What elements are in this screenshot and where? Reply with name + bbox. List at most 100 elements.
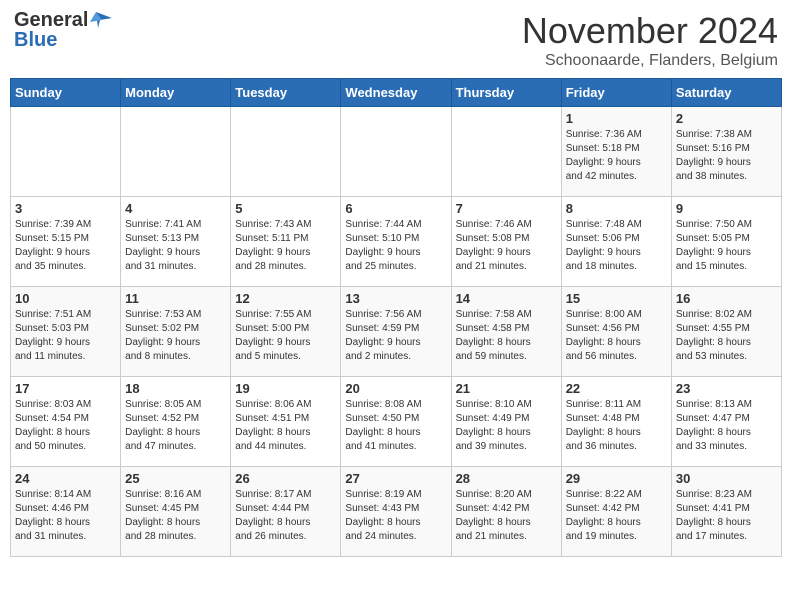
- calendar-day-cell: 12 Sunrise: 7:55 AM Sunset: 5:00 PM Dayli…: [231, 287, 341, 377]
- calendar-day-cell: 15 Sunrise: 8:00 AM Sunset: 4:56 PM Dayli…: [561, 287, 671, 377]
- calendar-day-cell: [231, 107, 341, 197]
- logo-blue-text: Blue: [14, 30, 57, 50]
- day-number: 5: [235, 201, 336, 216]
- calendar-day-cell: [11, 107, 121, 197]
- day-of-week-header: Friday: [561, 79, 671, 107]
- day-number: 13: [345, 291, 446, 306]
- calendar-day-cell: 25Sunrise: 8:16 AM Sunset: 4:45 PM Dayli…: [121, 467, 231, 557]
- logo-general-text: General: [14, 10, 88, 30]
- day-info: Sunrise: 7:36 AM Sunset: 5:18 PM Dayligh…: [566, 128, 667, 184]
- calendar-header-row: SundayMondayTuesdayWednesdayThursdayFrid…: [11, 79, 782, 107]
- day-number: 24: [15, 471, 116, 486]
- day-info: Sunrise: 7:43 AM Sunset: 5:11 PM Dayligh…: [235, 218, 336, 274]
- calendar-day-cell: [341, 107, 451, 197]
- day-info: Sunrise: 7:38 AM Sunset: 5:16 PM Dayligh…: [676, 128, 777, 184]
- calendar-week-row: 3Sunrise: 7:39 AM Sunset: 5:15 PM Daylig…: [11, 197, 782, 287]
- calendar-day-cell: 26Sunrise: 8:17 AM Sunset: 4:44 PM Dayli…: [231, 467, 341, 557]
- day-of-week-header: Monday: [121, 79, 231, 107]
- day-info: Sunrise: 7:46 AM Sunset: 5:08 PM Dayligh…: [456, 218, 557, 274]
- day-number: 20: [345, 381, 446, 396]
- logo: General Blue: [14, 10, 112, 50]
- calendar-day-cell: 9 Sunrise: 7:50 AM Sunset: 5:05 PM Daylig…: [671, 197, 781, 287]
- day-number: 3: [15, 201, 116, 216]
- location-text: Schoonaarde, Flanders, Belgium: [522, 52, 778, 70]
- day-of-week-header: Tuesday: [231, 79, 341, 107]
- calendar-day-cell: 6Sunrise: 7:44 AM Sunset: 5:10 PM Daylig…: [341, 197, 451, 287]
- calendar-week-row: 1 Sunrise: 7:36 AM Sunset: 5:18 PM Daylig…: [11, 107, 782, 197]
- calendar-day-cell: [121, 107, 231, 197]
- day-info: Sunrise: 8:20 AM Sunset: 4:42 PM Dayligh…: [456, 488, 557, 544]
- day-number: 23: [676, 381, 777, 396]
- calendar-day-cell: 29 Sunrise: 8:22 AM Sunset: 4:42 PM Dayli…: [561, 467, 671, 557]
- calendar-week-row: 10Sunrise: 7:51 AM Sunset: 5:03 PM Dayli…: [11, 287, 782, 377]
- day-info: Sunrise: 8:22 AM Sunset: 4:42 PM Dayligh…: [566, 488, 667, 544]
- calendar-day-cell: 10Sunrise: 7:51 AM Sunset: 5:03 PM Dayli…: [11, 287, 121, 377]
- day-of-week-header: Thursday: [451, 79, 561, 107]
- day-number: 10: [15, 291, 116, 306]
- day-number: 21: [456, 381, 557, 396]
- calendar-day-cell: 18Sunrise: 8:05 AM Sunset: 4:52 PM Dayli…: [121, 377, 231, 467]
- day-number: 18: [125, 381, 226, 396]
- day-number: 12: [235, 291, 336, 306]
- calendar-day-cell: 3Sunrise: 7:39 AM Sunset: 5:15 PM Daylig…: [11, 197, 121, 287]
- day-number: 30: [676, 471, 777, 486]
- day-number: 9: [676, 201, 777, 216]
- calendar-day-cell: 17Sunrise: 8:03 AM Sunset: 4:54 PM Dayli…: [11, 377, 121, 467]
- day-number: 14: [456, 291, 557, 306]
- calendar-day-cell: 19Sunrise: 8:06 AM Sunset: 4:51 PM Dayli…: [231, 377, 341, 467]
- day-info: Sunrise: 8:23 AM Sunset: 4:41 PM Dayligh…: [676, 488, 777, 544]
- day-info: Sunrise: 7:55 AM Sunset: 5:00 PM Dayligh…: [235, 308, 336, 364]
- day-number: 22: [566, 381, 667, 396]
- day-of-week-header: Wednesday: [341, 79, 451, 107]
- calendar-week-row: 17Sunrise: 8:03 AM Sunset: 4:54 PM Dayli…: [11, 377, 782, 467]
- day-number: 29: [566, 471, 667, 486]
- day-info: Sunrise: 8:11 AM Sunset: 4:48 PM Dayligh…: [566, 398, 667, 454]
- day-info: Sunrise: 7:41 AM Sunset: 5:13 PM Dayligh…: [125, 218, 226, 274]
- day-number: 6: [345, 201, 446, 216]
- calendar-day-cell: 4 Sunrise: 7:41 AM Sunset: 5:13 PM Daylig…: [121, 197, 231, 287]
- day-info: Sunrise: 7:53 AM Sunset: 5:02 PM Dayligh…: [125, 308, 226, 364]
- day-of-week-header: Sunday: [11, 79, 121, 107]
- day-number: 16: [676, 291, 777, 306]
- day-info: Sunrise: 8:16 AM Sunset: 4:45 PM Dayligh…: [125, 488, 226, 544]
- calendar-day-cell: 8Sunrise: 7:48 AM Sunset: 5:06 PM Daylig…: [561, 197, 671, 287]
- calendar-day-cell: 7Sunrise: 7:46 AM Sunset: 5:08 PM Daylig…: [451, 197, 561, 287]
- day-info: Sunrise: 8:10 AM Sunset: 4:49 PM Dayligh…: [456, 398, 557, 454]
- day-number: 27: [345, 471, 446, 486]
- title-section: November 2024 Schoonaarde, Flanders, Bel…: [522, 10, 778, 70]
- calendar-day-cell: 11Sunrise: 7:53 AM Sunset: 5:02 PM Dayli…: [121, 287, 231, 377]
- calendar-day-cell: 30 Sunrise: 8:23 AM Sunset: 4:41 PM Dayli…: [671, 467, 781, 557]
- day-of-week-header: Saturday: [671, 79, 781, 107]
- logo-bird-icon: [90, 10, 112, 30]
- day-number: 1: [566, 111, 667, 126]
- calendar-day-cell: 21 Sunrise: 8:10 AM Sunset: 4:49 PM Dayli…: [451, 377, 561, 467]
- calendar-day-cell: 2Sunrise: 7:38 AM Sunset: 5:16 PM Daylig…: [671, 107, 781, 197]
- calendar-day-cell: 1 Sunrise: 7:36 AM Sunset: 5:18 PM Daylig…: [561, 107, 671, 197]
- calendar-day-cell: 28 Sunrise: 8:20 AM Sunset: 4:42 PM Dayli…: [451, 467, 561, 557]
- calendar-day-cell: 20 Sunrise: 8:08 AM Sunset: 4:50 PM Dayli…: [341, 377, 451, 467]
- day-info: Sunrise: 8:08 AM Sunset: 4:50 PM Dayligh…: [345, 398, 446, 454]
- day-number: 28: [456, 471, 557, 486]
- day-number: 8: [566, 201, 667, 216]
- day-info: Sunrise: 7:56 AM Sunset: 4:59 PM Dayligh…: [345, 308, 446, 364]
- calendar-day-cell: 14Sunrise: 7:58 AM Sunset: 4:58 PM Dayli…: [451, 287, 561, 377]
- calendar-day-cell: 5 Sunrise: 7:43 AM Sunset: 5:11 PM Daylig…: [231, 197, 341, 287]
- calendar-day-cell: 16 Sunrise: 8:02 AM Sunset: 4:55 PM Dayli…: [671, 287, 781, 377]
- day-info: Sunrise: 7:50 AM Sunset: 5:05 PM Dayligh…: [676, 218, 777, 274]
- day-number: 19: [235, 381, 336, 396]
- calendar-day-cell: [451, 107, 561, 197]
- calendar-day-cell: 24Sunrise: 8:14 AM Sunset: 4:46 PM Dayli…: [11, 467, 121, 557]
- calendar-day-cell: 27 Sunrise: 8:19 AM Sunset: 4:43 PM Dayli…: [341, 467, 451, 557]
- day-number: 15: [566, 291, 667, 306]
- day-info: Sunrise: 8:02 AM Sunset: 4:55 PM Dayligh…: [676, 308, 777, 364]
- day-number: 4: [125, 201, 226, 216]
- calendar-day-cell: 13 Sunrise: 7:56 AM Sunset: 4:59 PM Dayli…: [341, 287, 451, 377]
- calendar-day-cell: 22 Sunrise: 8:11 AM Sunset: 4:48 PM Dayli…: [561, 377, 671, 467]
- month-title: November 2024: [522, 10, 778, 52]
- day-info: Sunrise: 8:19 AM Sunset: 4:43 PM Dayligh…: [345, 488, 446, 544]
- calendar-week-row: 24Sunrise: 8:14 AM Sunset: 4:46 PM Dayli…: [11, 467, 782, 557]
- day-info: Sunrise: 8:17 AM Sunset: 4:44 PM Dayligh…: [235, 488, 336, 544]
- day-info: Sunrise: 8:00 AM Sunset: 4:56 PM Dayligh…: [566, 308, 667, 364]
- day-info: Sunrise: 8:13 AM Sunset: 4:47 PM Dayligh…: [676, 398, 777, 454]
- day-number: 17: [15, 381, 116, 396]
